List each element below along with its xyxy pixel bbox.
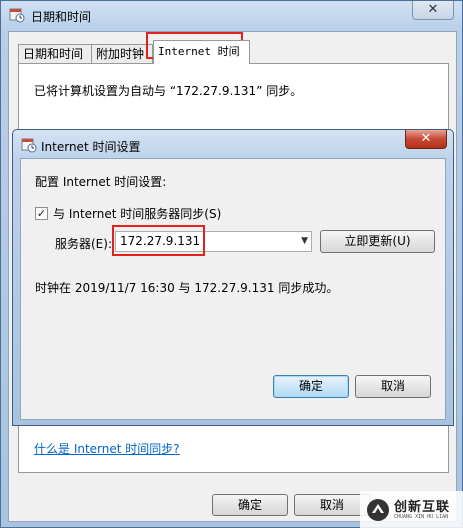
sync-status-text: 已将计算机设置为自动与 “172.27.9.131” 同步。	[34, 84, 303, 98]
dialog-client-area: 配置 Internet 时间设置: ✓ 与 Internet 时间服务器同步(S…	[20, 158, 446, 420]
checkmark-icon: ✓	[36, 207, 47, 220]
dialog-titlebar[interactable]: Internet 时间设置 ✕	[13, 130, 453, 158]
window-close-button[interactable]: ✕	[412, 1, 454, 20]
close-icon: ✕	[420, 131, 432, 146]
close-icon: ✕	[427, 2, 439, 17]
window-title: 日期和时间	[31, 10, 92, 24]
dialog-close-button[interactable]: ✕	[405, 130, 447, 149]
tab-internet-time[interactable]: Internet 时间	[153, 40, 250, 64]
ok-button[interactable]: 确定	[212, 494, 288, 516]
dialog-ok-button[interactable]: 确定	[273, 375, 349, 398]
clock-calendar-icon	[9, 8, 25, 23]
internet-time-settings-dialog: Internet 时间设置 ✕ 配置 Internet 时间设置: ✓ 与 In…	[12, 129, 454, 426]
watermark: 创新互联 CHUANG XIN HU LIAN	[360, 491, 463, 528]
dialog-cancel-button[interactable]: 取消	[355, 375, 431, 398]
sync-checkbox[interactable]: ✓	[35, 207, 48, 220]
server-label: 服务器(E):	[55, 237, 112, 251]
brand-logo-icon	[367, 499, 389, 521]
cancel-button[interactable]: 取消	[294, 494, 370, 516]
sync-checkbox-label: 与 Internet 时间服务器同步(S)	[53, 207, 222, 221]
update-now-button[interactable]: 立即更新(U)	[320, 230, 435, 253]
server-highlight-box	[112, 225, 205, 256]
chevron-down-icon[interactable]: ▼	[301, 236, 308, 246]
watermark-subtext: CHUANG XIN HU LIAN	[394, 514, 449, 520]
sync-checkbox-row[interactable]: ✓ 与 Internet 时间服务器同步(S)	[35, 205, 221, 222]
sync-result-text: 时钟在 2019/11/7 16:30 与 172.27.9.131 同步成功。	[35, 281, 339, 295]
tab-date-time[interactable]: 日期和时间	[18, 44, 92, 64]
config-label: 配置 Internet 时间设置:	[35, 175, 167, 189]
help-link[interactable]: 什么是 Internet 时间同步?	[34, 440, 180, 457]
dialog-title: Internet 时间设置	[41, 140, 141, 154]
tab-additional-clocks[interactable]: 附加时钟	[91, 44, 153, 64]
watermark-text: 创新互联	[394, 500, 451, 515]
window-titlebar[interactable]: 日期和时间 ✕	[1, 1, 462, 31]
clock-calendar-icon	[21, 138, 37, 153]
